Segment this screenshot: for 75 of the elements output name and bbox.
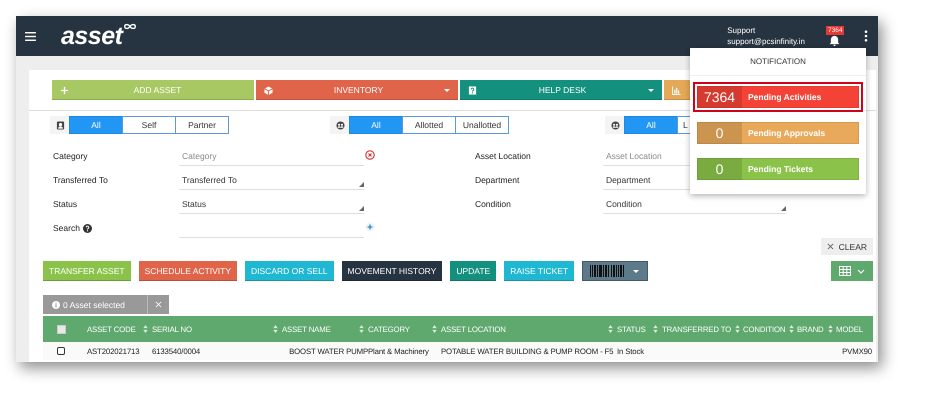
group-icon <box>330 116 350 134</box>
caret-icon <box>633 270 640 272</box>
notification-item[interactable]: 0 Pending Tickets <box>697 158 859 180</box>
sort-icon[interactable] <box>273 325 278 333</box>
row-checkbox[interactable] <box>57 347 65 355</box>
field-label: Department <box>474 175 520 185</box>
add-icon[interactable] <box>365 222 375 232</box>
action-button[interactable]: DISCARD OR SELL <box>245 261 334 281</box>
column-view-button[interactable] <box>831 261 873 281</box>
clear-selection-button[interactable] <box>147 295 169 314</box>
logo-text: asset <box>61 24 122 48</box>
user-name: Support <box>727 25 756 36</box>
sort-icon[interactable] <box>432 325 437 333</box>
group-icon <box>605 116 625 134</box>
action-button[interactable]: MOVEMENT HISTORY <box>342 261 442 281</box>
field-label: Asset Location <box>474 151 531 161</box>
plus-icon <box>60 86 69 94</box>
filter-option[interactable]: Partner <box>175 116 229 134</box>
barcode-icon <box>590 265 624 277</box>
filter-option[interactable]: Unallotted <box>455 116 509 134</box>
barcode-dropdown[interactable] <box>582 261 648 281</box>
toolbar-button[interactable]: HELP DESK <box>460 80 662 100</box>
person-icon <box>50 116 70 134</box>
help-icon <box>82 224 92 232</box>
filter-option[interactable]: All <box>349 116 403 134</box>
filter-option[interactable]: Self <box>122 116 176 134</box>
sort-icon[interactable] <box>143 325 148 333</box>
toolbar-button[interactable]: ADD ASSET <box>52 80 254 100</box>
resize-icon <box>780 206 786 211</box>
notification-item[interactable]: 7364 Pending Activities <box>697 86 859 108</box>
close-icon <box>826 243 834 250</box>
box-icon <box>264 86 273 94</box>
filter-option[interactable]: Allotted <box>402 116 456 134</box>
notification-item[interactable]: 0 Pending Approvals <box>697 122 859 144</box>
select-all-checkbox[interactable] <box>56 324 66 334</box>
resize-icon <box>359 206 364 211</box>
clear-button[interactable]: CLEAR <box>820 238 873 255</box>
field-label: Transferred To <box>53 175 108 185</box>
toolbar-button[interactable]: INVENTORY <box>256 80 458 100</box>
clear-icon[interactable] <box>365 150 375 160</box>
user-email: support@pcsinfinity.in <box>727 36 805 47</box>
popup-title: NOTIFICATION <box>690 48 866 76</box>
action-button[interactable]: RAISE TICKET <box>504 261 574 281</box>
filter-option[interactable]: All <box>69 116 123 134</box>
field-label: Category <box>53 151 88 161</box>
help-icon <box>468 86 477 94</box>
caret-icon <box>444 88 450 92</box>
close-icon <box>155 301 162 308</box>
sort-icon[interactable] <box>359 325 364 333</box>
bar-chart-icon <box>672 86 681 94</box>
table-icon <box>839 266 851 276</box>
selection-status: 0 Asset selected <box>63 300 125 310</box>
sort-icon[interactable] <box>653 325 658 333</box>
input-field[interactable]: Category <box>179 146 364 166</box>
select-field[interactable]: Status <box>179 194 364 214</box>
sort-icon[interactable] <box>608 325 613 333</box>
chevron-down-icon <box>857 268 865 274</box>
sort-icon[interactable] <box>828 325 833 333</box>
select-field[interactable]: Transferred To <box>179 170 364 190</box>
action-button[interactable]: SCHEDULE ACTIVITY <box>138 261 238 281</box>
infinity-icon <box>123 23 138 30</box>
resize-icon <box>359 182 364 187</box>
sort-icon[interactable] <box>735 325 740 333</box>
filter-option[interactable]: All <box>624 116 678 134</box>
sort-icon[interactable] <box>789 325 794 333</box>
more-icon[interactable] <box>864 30 868 42</box>
field-label: Condition <box>474 199 511 209</box>
bell-icon[interactable] <box>829 35 840 46</box>
field-label: Search <box>53 223 80 233</box>
menu-icon[interactable] <box>25 32 36 40</box>
info-icon <box>52 300 60 308</box>
field-label: Status <box>53 199 78 209</box>
action-button[interactable]: UPDATE <box>450 261 496 281</box>
caret-icon <box>648 88 654 92</box>
action-button[interactable]: TRANSFER ASSET <box>43 261 131 281</box>
